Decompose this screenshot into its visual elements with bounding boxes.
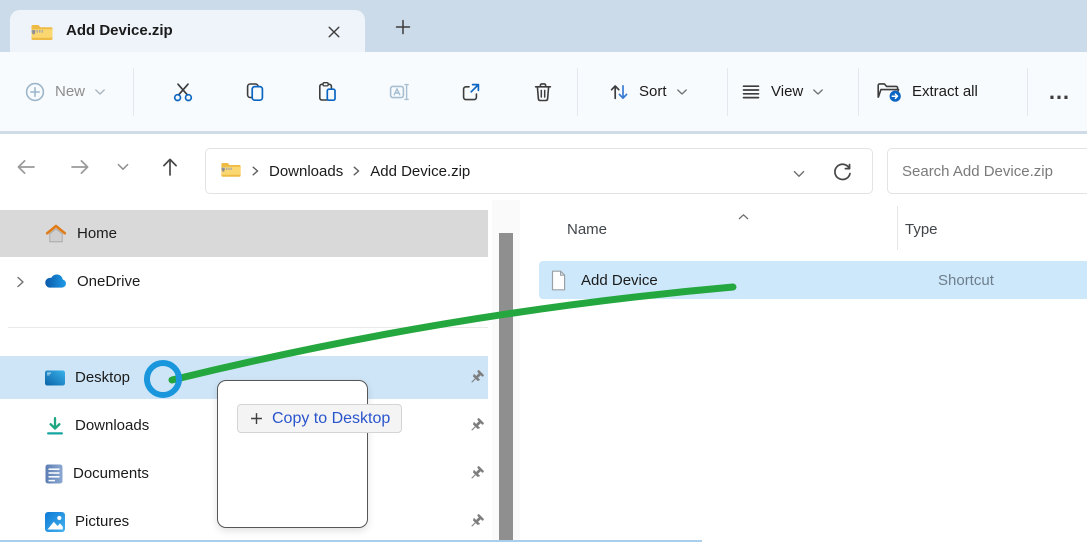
address-dropdown-chevron[interactable]: [792, 166, 806, 184]
delete-button[interactable]: [529, 78, 557, 106]
plus-icon: [249, 411, 264, 426]
pin-icon[interactable]: [468, 417, 485, 434]
sidebar-item-label: Desktop: [75, 369, 130, 386]
file-type: Shortcut: [938, 272, 994, 289]
up-button[interactable]: [156, 153, 184, 181]
column-header-type[interactable]: Type: [905, 221, 938, 238]
scissors-icon: [171, 80, 195, 104]
recent-locations-chevron[interactable]: [112, 153, 134, 181]
file-list-pane: Name Type Add Device Shortcut: [525, 200, 1087, 542]
new-button[interactable]: New: [24, 52, 106, 131]
sort-button[interactable]: Sort: [608, 52, 688, 131]
sidebar-divider: [8, 327, 488, 328]
column-divider[interactable]: [897, 206, 898, 250]
copy-icon: [243, 80, 267, 104]
refresh-icon[interactable]: [830, 161, 854, 185]
sort-ascending-icon: [737, 208, 750, 226]
forward-button[interactable]: [66, 153, 94, 181]
breadcrumb-chevron-icon: [352, 165, 361, 177]
sidebar-scrollbar: [492, 200, 520, 542]
chevron-down-icon: [676, 88, 688, 96]
pin-icon[interactable]: [468, 369, 485, 386]
toolbar-separator: [1027, 68, 1028, 116]
toolbar-separator: [133, 68, 134, 116]
extract-all-button-label: Extract all: [912, 83, 978, 100]
downloads-icon: [44, 415, 66, 437]
file-name: Add Device: [581, 272, 658, 289]
sidebar-item-label: OneDrive: [77, 273, 140, 290]
sidebar-item-label: Pictures: [75, 513, 129, 530]
search-input[interactable]: [888, 149, 1087, 193]
drag-tooltip-label: Copy to Desktop: [272, 410, 390, 428]
file-icon: [550, 270, 567, 291]
file-row-add-device[interactable]: Add Device Shortcut: [539, 261, 1087, 299]
back-button[interactable]: [12, 153, 40, 181]
tab-title: Add Device.zip: [66, 10, 173, 52]
copy-button[interactable]: [241, 78, 269, 106]
sidebar-item-label: Downloads: [75, 417, 149, 434]
sidebar-item-label: Home: [77, 225, 117, 242]
new-button-label: New: [55, 83, 85, 100]
breadcrumb-chevron-icon: [251, 165, 260, 177]
rename-icon: [387, 80, 411, 104]
scrollbar-thumb[interactable]: [499, 233, 513, 542]
breadcrumb[interactable]: Downloads Add Device.zip: [205, 148, 873, 194]
cut-button[interactable]: [169, 78, 197, 106]
view-button[interactable]: View: [740, 52, 824, 131]
chevron-down-icon: [812, 88, 824, 96]
search-box: [887, 148, 1087, 194]
pictures-icon: [44, 511, 66, 533]
share-button[interactable]: [457, 78, 485, 106]
plus-circle-icon: [24, 81, 46, 103]
breadcrumb-item-downloads[interactable]: Downloads: [269, 163, 343, 180]
command-toolbar: New: [0, 52, 1087, 131]
share-icon: [459, 80, 483, 104]
file-explorer-window: Add Device.zip New: [0, 0, 1087, 542]
sidebar-item-label: Documents: [73, 465, 149, 482]
toolbar-separator: [858, 68, 859, 116]
pin-icon[interactable]: [468, 513, 485, 530]
sidebar-item-home[interactable]: Home: [0, 210, 488, 257]
documents-icon: [44, 463, 64, 485]
toolbar-separator: [577, 68, 578, 116]
view-button-label: View: [771, 83, 803, 100]
tab-add-device-zip[interactable]: Add Device.zip: [10, 10, 365, 52]
chevron-down-icon: [94, 88, 106, 96]
drag-tooltip: Copy to Desktop: [237, 404, 402, 433]
paste-button[interactable]: [313, 78, 341, 106]
breadcrumb-item-add-device-zip[interactable]: Add Device.zip: [370, 163, 470, 180]
expand-chevron-icon[interactable]: [12, 274, 28, 290]
drag-ghost-box: [217, 380, 368, 528]
home-icon: [44, 223, 68, 244]
extract-folder-icon: [876, 80, 903, 103]
extract-all-button[interactable]: Extract all: [876, 52, 978, 131]
zip-folder-icon: [220, 160, 242, 183]
onedrive-cloud-icon: [42, 273, 68, 290]
address-bar: Downloads Add Device.zip: [0, 134, 1087, 200]
view-lines-icon: [740, 81, 762, 103]
desktop-icon: [44, 369, 66, 387]
trash-icon: [531, 80, 555, 104]
sort-button-label: Sort: [639, 83, 667, 100]
rename-button[interactable]: [385, 78, 413, 106]
more-options-button[interactable]: …: [1048, 52, 1071, 131]
ellipsis-icon: …: [1048, 82, 1071, 102]
paste-icon: [315, 80, 339, 104]
sort-arrows-icon: [608, 81, 630, 103]
pin-icon[interactable]: [468, 465, 485, 482]
new-tab-button[interactable]: [392, 16, 414, 38]
tab-bar: Add Device.zip: [0, 0, 1087, 52]
column-header-name[interactable]: Name: [567, 221, 607, 238]
toolbar-separator: [727, 68, 728, 116]
tab-close-icon[interactable]: [324, 22, 344, 42]
zip-folder-icon: [30, 22, 54, 46]
sidebar-item-onedrive[interactable]: OneDrive: [0, 258, 488, 305]
